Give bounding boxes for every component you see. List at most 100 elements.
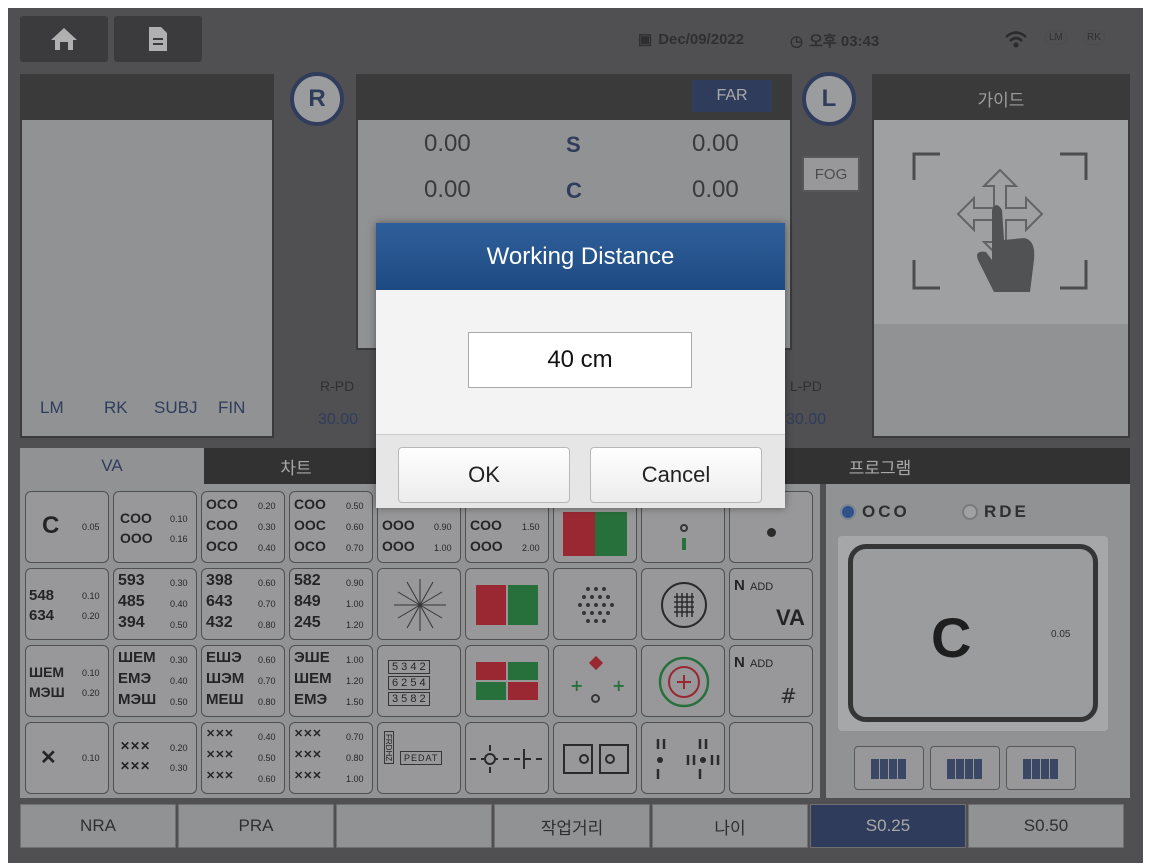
chart-grid: C 0.05 COO 0.10 OOO 0.16 OCO 0.20 COO 0.30 OC… bbox=[20, 484, 820, 798]
chart-digit-table[interactable]: 5 3 4 2 6 2 5 4 3 5 8 2 bbox=[377, 645, 461, 717]
distance-input[interactable]: 40 cm bbox=[468, 332, 692, 388]
chart-e-060[interactable]: ЕШЭ 0.60 ШЭМ 0.70 МЕШ 0.80 bbox=[201, 645, 285, 717]
chart-c-005[interactable]: C 0.05 bbox=[25, 491, 109, 563]
tab-subj[interactable]: SUBJ bbox=[154, 398, 197, 418]
chart-vertical-bars[interactable] bbox=[641, 722, 725, 794]
chart-num-010[interactable]: 548 0.10 634 0.20 bbox=[25, 568, 109, 640]
lpd-value[interactable]: 30.00 bbox=[786, 411, 826, 429]
butterfly-icon: ✕✕✕ bbox=[294, 770, 322, 782]
tab-rk[interactable]: RK bbox=[104, 398, 128, 418]
guide-panel: 가이드 bbox=[872, 74, 1130, 438]
touch-guide-icon bbox=[912, 152, 1088, 292]
lm-status-badge: LM bbox=[1045, 30, 1067, 45]
chart-pedat[interactable]: FRDHZ PEDAT bbox=[377, 722, 461, 794]
working-distance-button[interactable]: 작업거리 bbox=[494, 804, 650, 848]
chart-green-target[interactable] bbox=[641, 645, 725, 717]
layout-button-2[interactable] bbox=[930, 746, 1000, 790]
left-sphere-value[interactable]: 0.00 bbox=[692, 130, 739, 158]
tab-lm[interactable]: LM bbox=[40, 398, 64, 418]
ok-button[interactable]: OK bbox=[398, 447, 570, 503]
guide-title: 가이드 bbox=[874, 76, 1128, 120]
butterfly-icon: ✕✕✕ bbox=[206, 728, 234, 740]
chart-astigmatic-fan[interactable] bbox=[377, 568, 461, 640]
chart-num-060[interactable]: 398 0.60 643 0.70 432 0.80 bbox=[201, 568, 285, 640]
chart-e-030[interactable]: ШЕМ 0.30 ЕМЭ 0.40 МЭШ 0.50 bbox=[113, 645, 197, 717]
calendar-icon: ▣ bbox=[638, 31, 653, 48]
astigmatic-fan-icon bbox=[394, 579, 446, 631]
hash-grid-icon: # bbox=[780, 684, 797, 708]
far-button[interactable]: FAR bbox=[692, 80, 772, 112]
tab-fin[interactable]: FIN bbox=[218, 398, 245, 418]
tab-va[interactable]: VA bbox=[20, 448, 204, 484]
amsler-grid-icon bbox=[661, 582, 707, 628]
chart-preview: C 0.05 bbox=[848, 544, 1098, 722]
chart-bracket-circles[interactable] bbox=[553, 722, 637, 794]
chart-worth-four-dot[interactable] bbox=[465, 645, 549, 717]
butterfly-icon: ✕✕✕ bbox=[294, 728, 322, 740]
butterfly-icon: ✕✕✕ bbox=[120, 759, 151, 773]
fog-button[interactable]: FOG bbox=[802, 156, 860, 192]
chart-dot-cluster[interactable] bbox=[553, 568, 637, 640]
right-cylinder-value[interactable]: 0.00 bbox=[424, 176, 471, 204]
chart-amsler-grid[interactable] bbox=[641, 568, 725, 640]
chart-color-cross[interactable]: + + bbox=[553, 645, 637, 717]
pra-button[interactable]: PRA bbox=[178, 804, 334, 848]
chart-butterfly-070[interactable]: ✕✕✕ 0.70 ✕✕✕ 0.80 ✕✕✕ 1.00 bbox=[289, 722, 373, 794]
chart-c-020[interactable]: OCO 0.20 COO 0.30 OCO 0.40 bbox=[201, 491, 285, 563]
left-eye-button[interactable]: L bbox=[802, 72, 856, 126]
chart-near-add-va[interactable]: N ADD VA bbox=[729, 568, 813, 640]
step-025-button[interactable]: S0.25 bbox=[810, 804, 966, 848]
tab-chart[interactable]: 차트 bbox=[204, 448, 388, 484]
layout-button-1[interactable] bbox=[854, 746, 924, 790]
tab-program[interactable]: 프로그램 bbox=[820, 448, 940, 484]
red-block bbox=[563, 512, 595, 556]
chart-butterfly-040[interactable]: ✕✕✕ 0.40 ✕✕✕ 0.50 ✕✕✕ 0.60 bbox=[201, 722, 285, 794]
layout-button-3[interactable] bbox=[1006, 746, 1076, 790]
left-cylinder-value[interactable]: 0.00 bbox=[692, 176, 739, 204]
right-eye-button[interactable]: R bbox=[290, 72, 344, 126]
chart-ishihara[interactable] bbox=[465, 568, 549, 640]
chart-c-010[interactable]: COO 0.10 OOO 0.16 bbox=[113, 491, 197, 563]
chart-butterfly-020[interactable]: ✕✕✕ 0.20 ✕✕✕ 0.30 bbox=[113, 722, 197, 794]
radio-oco-label: OCO bbox=[862, 502, 910, 521]
radio-rde[interactable] bbox=[962, 504, 978, 520]
wifi-icon bbox=[1004, 30, 1028, 50]
chart-c-050[interactable]: COO 0.50 OOC 0.60 OCO 0.70 bbox=[289, 491, 373, 563]
cancel-button[interactable]: Cancel bbox=[590, 447, 762, 503]
date-text: Dec/09/2022 bbox=[658, 30, 745, 48]
chart-num-090[interactable]: 582 0.90 849 1.00 245 1.20 bbox=[289, 568, 373, 640]
chart-num-030[interactable]: 593 0.30 485 0.40 394 0.50 bbox=[113, 568, 197, 640]
dot-cluster-icon bbox=[578, 587, 614, 623]
clock-icon: ◷ bbox=[790, 32, 804, 50]
age-button[interactable]: 나이 bbox=[652, 804, 808, 848]
chart-near-add-grid[interactable]: N ADD # bbox=[729, 645, 813, 717]
radio-oco-selected[interactable] bbox=[840, 504, 856, 520]
layout-grid-icon bbox=[1023, 759, 1059, 779]
history-panel: LM RK SUBJ FIN bbox=[20, 74, 274, 438]
radio-rde-label: RDE bbox=[984, 502, 1029, 521]
butterfly-icon: ✕✕✕ bbox=[206, 749, 234, 761]
step-050-button[interactable]: S0.50 bbox=[968, 804, 1124, 848]
preview-letter: C bbox=[931, 606, 972, 669]
green-block bbox=[595, 512, 627, 556]
layout-grid-icon bbox=[871, 759, 907, 779]
rpd-value[interactable]: 30.00 bbox=[318, 411, 358, 429]
home-icon bbox=[51, 28, 77, 50]
layout-grid-icon bbox=[947, 759, 983, 779]
chart-e-010[interactable]: ШЕМ 0.10 МЭШ 0.20 bbox=[25, 645, 109, 717]
date-display: ▣ Dec/09/2022 bbox=[638, 30, 745, 49]
program-panel: OCO RDE C 0.05 bbox=[826, 484, 1130, 798]
time-display: ◷ 오후 03:43 bbox=[790, 30, 879, 51]
document-icon bbox=[149, 27, 167, 51]
chart-dashed-line[interactable] bbox=[465, 722, 549, 794]
home-button[interactable] bbox=[20, 16, 108, 62]
history-panel-header bbox=[22, 76, 272, 120]
chart-butterfly-010[interactable]: ✕ 0.10 bbox=[25, 722, 109, 794]
chart-e-100[interactable]: ЭШЕ 1.00 ШЕМ 1.20 ЕМЭ 1.50 bbox=[289, 645, 373, 717]
chart-empty-slot[interactable] bbox=[729, 722, 813, 794]
right-sphere-value[interactable]: 0.00 bbox=[424, 130, 471, 158]
blank-button[interactable] bbox=[336, 804, 492, 848]
document-button[interactable] bbox=[114, 16, 202, 62]
app-window: ▣ Dec/09/2022 ◷ 오후 03:43 LM RK LM RK SUBJ … bbox=[8, 8, 1143, 863]
nra-button[interactable]: NRA bbox=[20, 804, 176, 848]
